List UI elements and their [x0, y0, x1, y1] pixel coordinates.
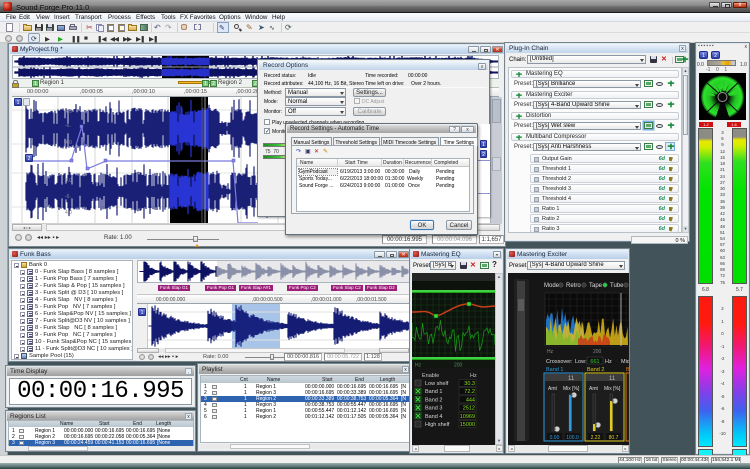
svg-text:Band 1: Band 1: [546, 367, 563, 373]
svg-text:11: 11: [609, 376, 616, 382]
svg-text:200: 200: [593, 349, 602, 355]
svg-text:Low:: Low:: [575, 359, 587, 365]
svg-text:15000: 15000: [460, 422, 475, 428]
svg-text:Mode: Mode: [544, 283, 560, 289]
svg-text:Band 3: Band 3: [425, 406, 442, 412]
svg-text:10969: 10969: [460, 414, 475, 420]
svg-text:Retro: Retro: [566, 283, 581, 289]
svg-text:Ba: Ba: [626, 367, 629, 373]
svg-text:200: 200: [454, 363, 463, 369]
svg-text:Mid: Mid: [621, 359, 629, 365]
svg-text:661: 661: [590, 359, 599, 365]
svg-text:100.0: 100.0: [566, 435, 579, 441]
svg-text:Band 2: Band 2: [587, 367, 604, 373]
svg-text:Band 4: Band 4: [425, 414, 442, 420]
svg-text:Hz: Hz: [470, 373, 477, 379]
svg-text:2512: 2512: [463, 406, 475, 412]
svg-text:Tape: Tape: [589, 283, 603, 289]
svg-text:Mix [%]: Mix [%]: [604, 386, 621, 392]
svg-text:Band 2: Band 2: [425, 397, 442, 403]
svg-text:Crossover:: Crossover:: [546, 359, 573, 365]
svg-text:High shelf: High shelf: [425, 422, 450, 428]
svg-text:Hz: Hz: [547, 349, 554, 355]
svg-text:Hz: Hz: [415, 363, 422, 369]
svg-text:Band 1: Band 1: [425, 389, 442, 395]
svg-text:72.2: 72.2: [464, 389, 475, 395]
svg-text:Enable: Enable: [422, 373, 439, 379]
svg-text:444: 444: [466, 397, 475, 403]
svg-text:Tube: Tube: [610, 283, 624, 289]
svg-text:Hz: Hz: [605, 359, 612, 365]
svg-text:30.3: 30.3: [464, 381, 475, 387]
svg-text:0.00: 0.00: [550, 435, 560, 441]
svg-text:Low shelf: Low shelf: [425, 381, 449, 387]
svg-text:2.22: 2.22: [591, 435, 601, 441]
svg-text:11: 11: [568, 376, 575, 382]
svg-text:Amt: Amt: [548, 386, 558, 392]
svg-text:Amt: Amt: [589, 386, 599, 392]
svg-text:80.7: 80.7: [609, 435, 619, 441]
svg-text:Mix [%]: Mix [%]: [563, 386, 580, 392]
